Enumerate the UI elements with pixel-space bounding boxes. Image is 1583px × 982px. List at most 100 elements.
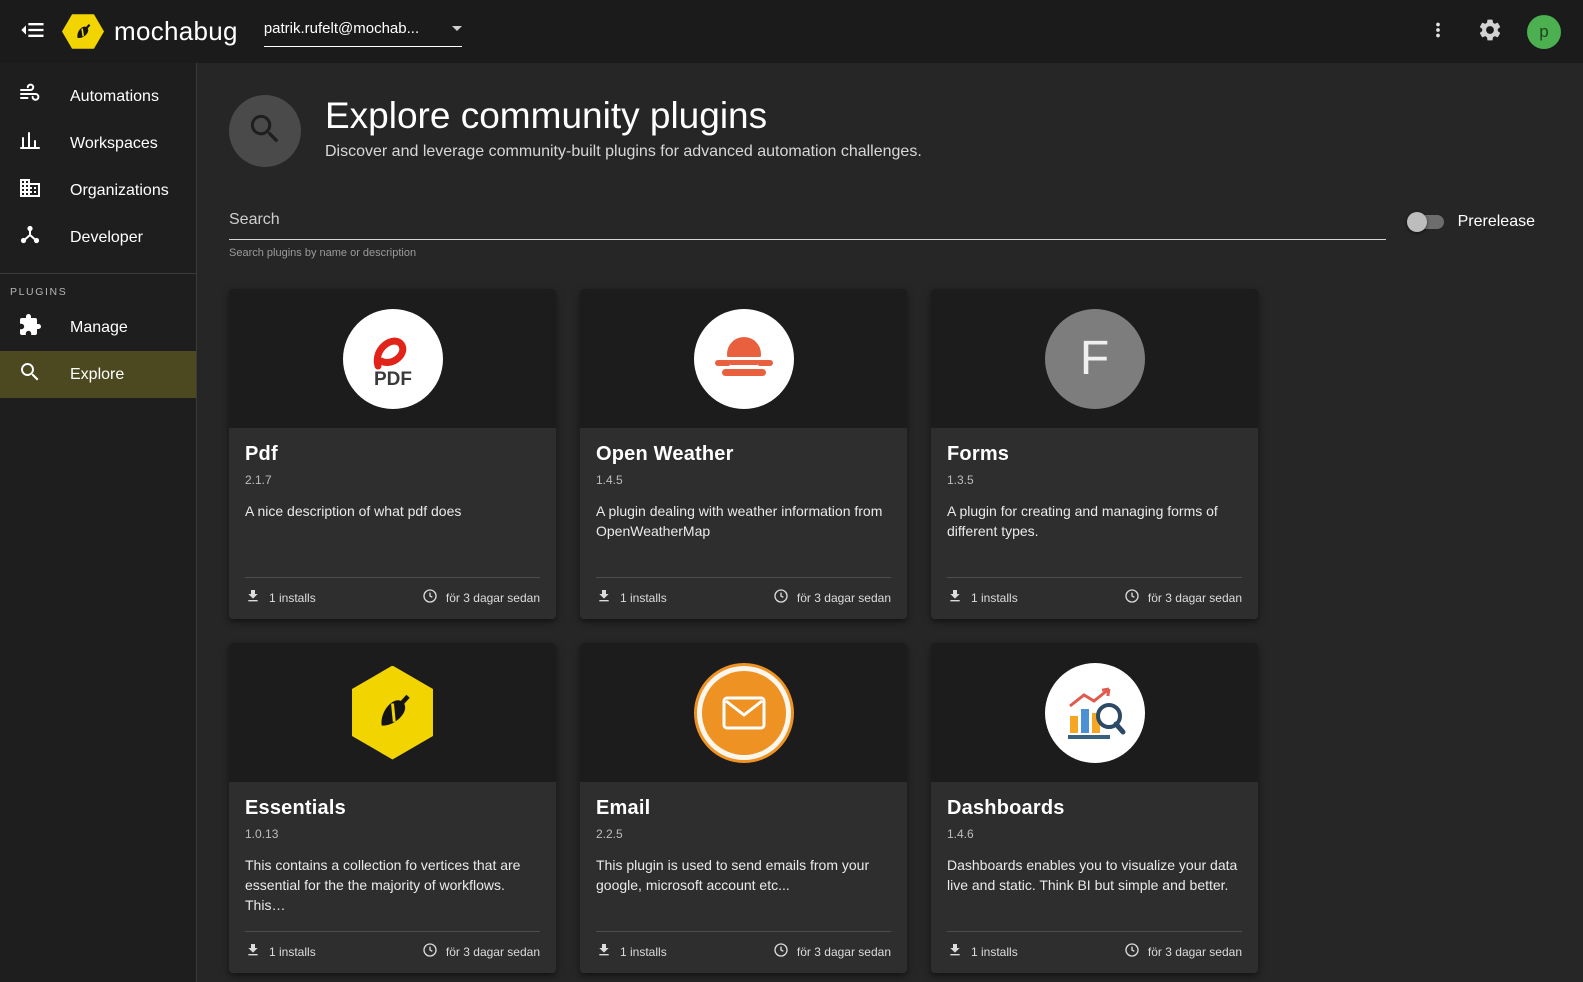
plugin-description: A plugin dealing with weather informatio… xyxy=(596,503,883,539)
card-media: PDF xyxy=(229,289,556,428)
essentials-logo xyxy=(352,665,433,760)
updated-text: för 3 dagar sedan xyxy=(796,944,891,959)
plugin-description: A plugin for creating and managing forms… xyxy=(947,503,1218,539)
installs-text: 1 installs xyxy=(620,590,667,605)
topbar: mochabug patrik.rufelt@mochab... p xyxy=(0,0,1583,63)
card-footer: 1 installs för 3 dagar sedan xyxy=(947,577,1242,607)
download-icon xyxy=(596,588,612,607)
dashboards-logo xyxy=(1044,662,1145,763)
installs-text: 1 installs xyxy=(620,944,667,959)
plugin-description: This contains a collection fo vertices t… xyxy=(245,857,521,913)
settings-button[interactable] xyxy=(1467,9,1513,55)
plugin-name: Email xyxy=(596,797,651,819)
card-media xyxy=(931,643,1258,782)
installs-stat: 1 installs xyxy=(245,588,316,607)
download-icon xyxy=(947,942,963,961)
plugin-name: Essentials xyxy=(245,797,346,819)
account-email: patrik.rufelt@mochab... xyxy=(263,20,420,37)
sidebar-item-label: Organizations xyxy=(70,181,169,199)
developer-icon xyxy=(18,223,42,252)
plugin-name: Open Weather xyxy=(596,443,734,465)
puzzle-icon xyxy=(18,313,42,342)
sidebar-item-developer[interactable]: Developer xyxy=(0,214,196,261)
card-footer: 1 installs för 3 dagar sedan xyxy=(596,931,891,961)
updated-text: för 3 dagar sedan xyxy=(796,590,891,605)
clock-icon xyxy=(773,588,789,607)
sidebar-item-organizations[interactable]: Organizations xyxy=(0,167,196,214)
app-window: mochabug patrik.rufelt@mochab... p Autom… xyxy=(0,0,1583,982)
search-helper-text: Search plugins by name or description xyxy=(229,247,417,259)
sidebar-item-workspaces[interactable]: Workspaces xyxy=(0,120,196,167)
menu-toggle-button[interactable] xyxy=(10,9,56,55)
download-icon xyxy=(596,942,612,961)
updated-text: för 3 dagar sedan xyxy=(445,944,540,959)
email-logo xyxy=(693,662,794,763)
updated-stat: för 3 dagar sedan xyxy=(422,942,540,961)
sidebar: Automations Workspaces Organizations Dev… xyxy=(0,63,197,982)
plugin-card-forms[interactable]: F Forms 1.3.5 A plugin for creating and … xyxy=(931,289,1258,619)
plugin-version: 1.4.5 xyxy=(596,473,623,487)
automations-icon xyxy=(18,82,42,111)
plugin-version: 1.3.5 xyxy=(947,473,974,487)
download-icon xyxy=(245,588,261,607)
prerelease-label: Prerelease xyxy=(1457,213,1535,230)
plugin-description: Dashboards enables you to visualize your… xyxy=(947,857,1238,893)
page-header-text: Explore community plugins Discover and l… xyxy=(325,95,922,167)
page-title: Explore community plugins xyxy=(325,95,768,136)
download-icon xyxy=(245,942,261,961)
gear-icon xyxy=(1477,17,1503,46)
updated-text: för 3 dagar sedan xyxy=(1147,590,1242,605)
pdf-logo: PDF xyxy=(342,308,443,409)
download-icon xyxy=(947,588,963,607)
plugin-card-essentials[interactable]: Essentials 1.0.13 This contains a collec… xyxy=(229,643,556,973)
updated-text: för 3 dagar sedan xyxy=(1147,944,1242,959)
plugin-version: 1.4.6 xyxy=(947,827,974,841)
card-media xyxy=(580,289,907,428)
sidebar-item-explore[interactable]: Explore xyxy=(0,351,196,398)
sidebar-item-label: Developer xyxy=(70,228,143,246)
topbar-actions: p xyxy=(1415,9,1561,55)
plugin-description: A nice description of what pdf does xyxy=(245,503,462,519)
header-search-badge xyxy=(229,95,301,167)
search-input[interactable] xyxy=(229,207,1386,240)
clock-icon xyxy=(422,942,438,961)
updated-stat: för 3 dagar sedan xyxy=(1124,942,1242,961)
plugin-card-open-weather[interactable]: Open Weather 1.4.5 A plugin dealing with… xyxy=(580,289,907,619)
installs-text: 1 installs xyxy=(269,944,316,959)
search-row: Search plugins by name or description Pr… xyxy=(229,207,1535,259)
brand-logo[interactable]: mochabug xyxy=(62,14,238,50)
sidebar-item-automations[interactable]: Automations xyxy=(0,73,196,120)
card-body: Pdf 2.1.7 A nice description of what pdf… xyxy=(229,428,556,619)
plugin-version: 1.0.13 xyxy=(245,827,279,841)
plugin-card-email[interactable]: Email 2.2.5 This plugin is used to send … xyxy=(580,643,907,973)
prerelease-toggle[interactable] xyxy=(1406,212,1444,232)
kebab-menu-icon xyxy=(1427,19,1449,44)
openweather-logo xyxy=(693,308,794,409)
updated-stat: för 3 dagar sedan xyxy=(422,588,540,607)
plugin-card-pdf[interactable]: PDF Pdf 2.1.7 A nice description of what… xyxy=(229,289,556,619)
updated-stat: för 3 dagar sedan xyxy=(773,942,891,961)
card-body: Dashboards 1.4.6 Dashboards enables you … xyxy=(931,782,1258,973)
sidebar-item-manage[interactable]: Manage xyxy=(0,304,196,351)
toggle-thumb xyxy=(1406,212,1427,232)
workspaces-icon xyxy=(18,129,42,158)
card-media xyxy=(580,643,907,782)
avatar[interactable]: p xyxy=(1527,14,1561,49)
avatar-letter: p xyxy=(1539,21,1549,41)
plugin-grid: PDF Pdf 2.1.7 A nice description of what… xyxy=(229,289,1535,973)
menu-open-icon xyxy=(19,16,47,47)
organizations-icon xyxy=(18,176,42,205)
account-selector[interactable]: patrik.rufelt@mochab... xyxy=(263,16,462,47)
page-subtitle: Discover and leverage community-built pl… xyxy=(325,142,922,160)
more-options-button[interactable] xyxy=(1415,9,1461,55)
mochabug-hexagon-icon xyxy=(62,14,104,49)
sidebar-item-label: Explore xyxy=(70,365,125,383)
plugin-name: Pdf xyxy=(245,443,278,465)
plugin-card-dashboards[interactable]: Dashboards 1.4.6 Dashboards enables you … xyxy=(931,643,1258,973)
clock-icon xyxy=(422,588,438,607)
sidebar-item-label: Automations xyxy=(70,87,159,105)
clock-icon xyxy=(1124,942,1140,961)
plugin-name: Forms xyxy=(947,443,1010,465)
bug-icon xyxy=(77,23,91,38)
clock-icon xyxy=(1124,588,1140,607)
